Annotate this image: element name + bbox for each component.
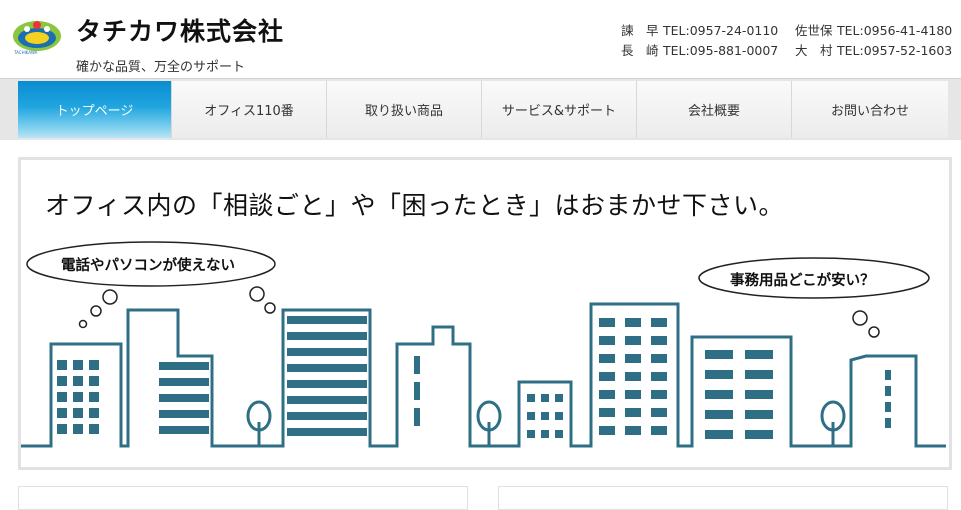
speech-bubble-right: 事務用品どこが安い？	[730, 273, 875, 289]
tel-sasebo: 佐世保 TEL:0956-41-4180	[795, 20, 952, 39]
nav-item-office110[interactable]: オフィス110番	[172, 81, 327, 138]
tel-number: TEL:0956-41-4180	[837, 23, 953, 38]
content-panel-right	[498, 486, 948, 510]
tel-place: 大 村	[795, 43, 833, 58]
nav-item-contact[interactable]: お問い合わせ	[792, 81, 948, 138]
tel-number: TEL:095-881-0007	[663, 43, 779, 58]
nav-item-top[interactable]: トップページ	[18, 81, 172, 138]
tel-number: TEL:0957-24-0110	[663, 23, 779, 38]
tel-nagasaki: 長 崎 TEL:095-881-0007	[621, 40, 778, 59]
global-nav-bar: トップページ オフィス110番 取り扱い商品 サービス&サポート 会社概要 お問…	[0, 78, 961, 140]
company-logo-icon[interactable]	[12, 16, 62, 54]
tel-omura: 大 村 TEL:0957-52-1603	[795, 40, 952, 59]
tel-isahaya: 諫 早 TEL:0957-24-0110	[621, 20, 778, 39]
nav-item-service[interactable]: サービス&サポート	[482, 81, 637, 138]
hero-title: オフィス内の「相談ごと」や「困ったとき」はおまかせ下さい。	[45, 191, 785, 220]
tel-place: 諫 早	[621, 23, 659, 38]
speech-bubble-left: 電話やパソコンが使えない	[61, 258, 235, 274]
logo-wordmark: TACHIKAWA	[14, 50, 38, 55]
hero-banner[interactable]: オフィス内の「相談ごと」や「困ったとき」はおまかせ下さい。 電話やパソコンが使え…	[18, 157, 952, 470]
site-header: TACHIKAWA タチカワ株式会社 確かな品質、万全のサポート 諫 早 TEL:…	[0, 0, 961, 78]
tel-place: 長 崎	[621, 43, 659, 58]
global-nav: トップページ オフィス110番 取り扱い商品 サービス&サポート 会社概要 お問…	[18, 81, 948, 138]
nav-item-company[interactable]: 会社概要	[637, 81, 792, 138]
tel-number: TEL:0957-52-1603	[837, 43, 953, 58]
company-name[interactable]: タチカワ株式会社	[76, 12, 284, 48]
nav-item-products[interactable]: 取り扱い商品	[327, 81, 482, 138]
tel-place: 佐世保	[795, 23, 833, 38]
tagline: 確かな品質、万全のサポート	[76, 60, 246, 75]
content-panel-left	[18, 486, 468, 510]
